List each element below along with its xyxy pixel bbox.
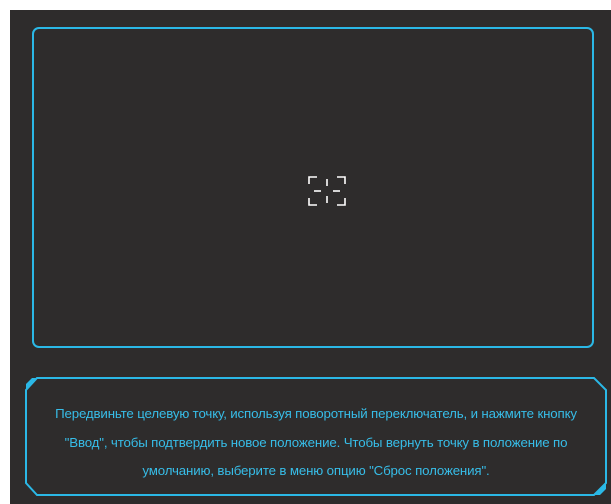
- instruction-text: Передвиньте целевую точку, используя пов…: [55, 406, 577, 478]
- target-crosshair-icon[interactable]: [308, 176, 346, 206]
- monitor-screen: Передвиньте целевую точку, используя пов…: [10, 10, 611, 504]
- display-area-frame: [32, 27, 594, 348]
- instruction-panel: Передвиньте целевую точку, используя пов…: [25, 377, 607, 496]
